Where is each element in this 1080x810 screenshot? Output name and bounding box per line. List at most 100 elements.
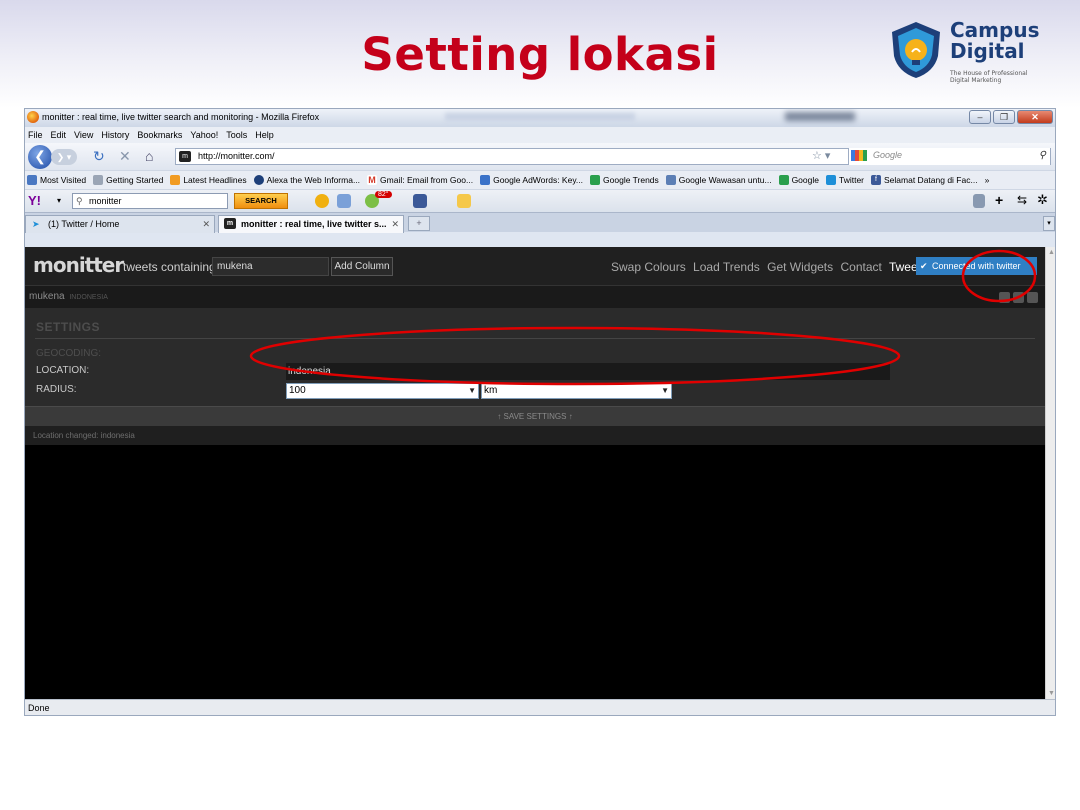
column-keyword: mukena (29, 291, 65, 302)
navigation-toolbar: ❮ ❯ ▾ ↻ ✕ ⌂ m http://monitter.com/ ☆ ▾ G… (25, 143, 1055, 170)
tab-twitter-home[interactable]: ➤ (1) Twitter / Home ✕ (25, 215, 215, 233)
address-bar[interactable]: m http://monitter.com/ ☆ ▾ Google ⚲ (175, 148, 1051, 165)
radius-unit-select[interactable]: km ▼ (481, 383, 672, 399)
get-widgets-link[interactable]: Get Widgets (767, 260, 833, 274)
menu-view[interactable]: View (74, 130, 93, 140)
page-scrollbar[interactable]: ▲ ▼ (1045, 247, 1055, 699)
bookmark-icon (93, 175, 104, 185)
close-button[interactable]: ✕ (1017, 110, 1053, 124)
logo-line-2: Digital (950, 39, 1025, 63)
bookmark-item[interactable]: M Gmail: Email from Goo... (367, 175, 473, 185)
reload-icon[interactable]: ↻ (93, 149, 105, 163)
yahoo-dropdown-icon[interactable]: ▾ (57, 196, 61, 205)
connect-twitter-button[interactable]: ✔ Connected with twitter (916, 257, 1037, 275)
facebook-icon[interactable] (413, 194, 427, 208)
location-input[interactable]: indonesia (286, 363, 890, 380)
column-pause-icon[interactable] (1013, 292, 1024, 303)
messenger-icon[interactable] (315, 194, 329, 208)
mail-icon[interactable] (337, 194, 351, 208)
keyword-input[interactable]: mukena (212, 257, 329, 276)
monitter-nav: Swap Colours Load Trends Get Widgets Con… (611, 260, 925, 274)
bookmark-item[interactable]: f Selamat Datang di Fac... (871, 175, 978, 185)
gmail-icon: M (367, 175, 378, 185)
load-trends-link[interactable]: Load Trends (693, 260, 760, 274)
toolbar-app-icon[interactable] (457, 194, 471, 208)
menu-help[interactable]: Help (255, 130, 274, 140)
tab-list-dropdown[interactable]: ▾ (1043, 216, 1055, 231)
home-icon[interactable]: ⌂ (145, 149, 153, 163)
chevron-down-icon: ▼ (661, 386, 669, 395)
bookmark-item[interactable]: Google AdWords: Key... (480, 175, 583, 185)
settings-title: SETTINGS (36, 320, 101, 334)
add-icon[interactable]: + (995, 192, 1003, 208)
bookmark-item[interactable]: Google Wawasan untu... (665, 175, 772, 185)
yahoo-search-button[interactable]: SEARCH (234, 193, 288, 209)
adwords-icon (480, 175, 491, 185)
save-settings-button[interactable]: ↑ SAVE SETTINGS ↑ (25, 406, 1045, 426)
radius-select[interactable]: 100 ▼ (286, 383, 479, 399)
yahoo-search-input[interactable]: ⚲ monitter (72, 193, 228, 209)
restore-button[interactable]: ❐ (993, 110, 1015, 124)
menu-edit[interactable]: Edit (51, 130, 67, 140)
column-header: mukena INDONESIA (25, 285, 1045, 308)
yahoo-logo[interactable]: Y! (28, 193, 41, 208)
logo-line-1: Campus (950, 18, 1040, 42)
swap-colours-link[interactable]: Swap Colours (611, 260, 686, 274)
bookmark-item[interactable]: Latest Headlines (170, 175, 247, 185)
menu-bookmarks[interactable]: Bookmarks (137, 130, 182, 140)
browser-window: monitter : real time, live twitter searc… (24, 108, 1056, 716)
minimize-button[interactable]: – (969, 110, 991, 124)
menu-tools[interactable]: Tools (226, 130, 247, 140)
column-settings-icon[interactable] (999, 292, 1010, 303)
settings-panel: SETTINGS GEOCODING: LOCATION: RADIUS: in… (25, 308, 1045, 406)
search-engine-box[interactable]: Google ⚲ (848, 148, 1050, 165)
add-column-button[interactable]: Add Column (331, 257, 393, 276)
location-changed-message: Location changed: indonesia (25, 426, 1045, 445)
search-icon[interactable]: ⚲ (1039, 148, 1046, 163)
scroll-up-icon[interactable]: ▲ (1048, 249, 1055, 256)
monitter-logo[interactable]: monitter (33, 253, 124, 277)
menu-bar: File Edit View History Bookmarks Yahoo! … (25, 127, 1055, 143)
search-icon: ⚲ (76, 196, 83, 206)
weather-badge: 82° (375, 191, 392, 198)
close-tab-icon[interactable]: ✕ (202, 216, 210, 232)
bookmark-item[interactable]: Google Trends (590, 175, 659, 185)
url-text: http://monitter.com/ (198, 151, 275, 161)
column-close-icon[interactable] (1027, 292, 1038, 303)
monitter-page: monitter tweets containing mukena Add Co… (25, 247, 1045, 699)
firefox-icon (27, 111, 39, 123)
bookmark-item[interactable]: Google (778, 175, 819, 185)
logo-tagline: The House of Professional Digital Market… (950, 70, 1028, 84)
menu-history[interactable]: History (101, 130, 129, 140)
contact-link[interactable]: Contact (840, 260, 881, 274)
new-tab-button[interactable]: + (408, 216, 430, 231)
bookmark-item[interactable]: Getting Started (93, 175, 163, 185)
google-icon (778, 175, 789, 185)
monitter-favicon: m (224, 218, 236, 229)
tab-monitter[interactable]: m monitter : real time, live twitter s..… (218, 215, 404, 233)
back-button[interactable]: ❮ (28, 145, 52, 169)
window-title: monitter : real time, live twitter searc… (42, 112, 320, 122)
bookmark-item[interactable]: Twitter (825, 175, 864, 185)
divider (35, 338, 1035, 339)
bookmark-star-icon[interactable]: ☆ ▾ (812, 149, 830, 164)
search-engine-placeholder: Google (873, 150, 903, 160)
forward-button[interactable]: ❯ ▾ (51, 149, 77, 165)
slide-header: Setting lokasi Campus Digital The House … (0, 0, 1080, 108)
stop-icon[interactable]: ✕ (119, 149, 131, 163)
chevron-down-icon: ▼ (468, 386, 476, 395)
gear-icon[interactable]: ✲ (1037, 192, 1048, 208)
menu-yahoo[interactable]: Yahoo! (190, 130, 218, 140)
menu-file[interactable]: File (28, 130, 43, 140)
bookmark-item[interactable]: Alexa the Web Informa... (253, 175, 360, 185)
column-location: INDONESIA (69, 294, 108, 301)
close-tab-icon[interactable]: ✕ (391, 216, 399, 232)
rss-icon (170, 175, 181, 185)
scroll-down-icon[interactable]: ▼ (1048, 690, 1055, 697)
bookmark-item[interactable]: Most Visited (27, 175, 86, 185)
toolbar-menu-icon[interactable] (973, 194, 985, 208)
campus-digital-logo: Campus Digital The House of Professional… (888, 18, 1048, 94)
google-icon (851, 150, 867, 161)
toolbar-options-icon[interactable]: ⇆ (1017, 193, 1027, 207)
bookmarks-overflow-chevron[interactable]: » (985, 175, 990, 185)
